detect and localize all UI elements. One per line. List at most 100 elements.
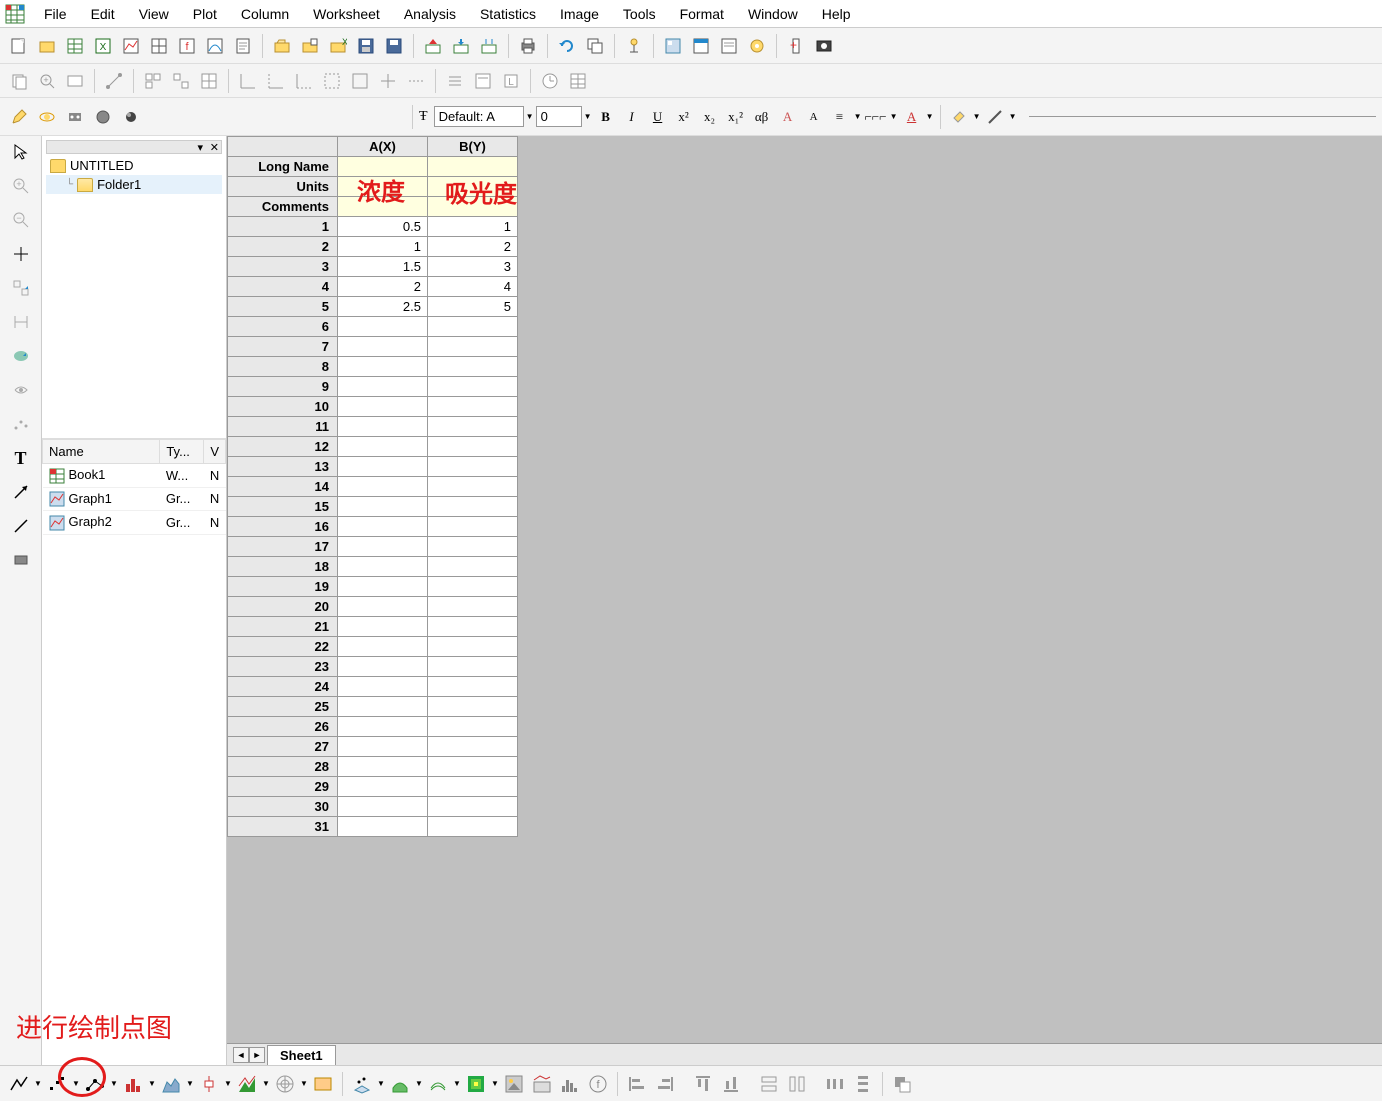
dropdown-icon[interactable]: ▼ bbox=[186, 1079, 194, 1088]
cell[interactable]: 1 bbox=[338, 237, 428, 257]
edit-mode-icon[interactable] bbox=[6, 104, 32, 130]
cell[interactable] bbox=[338, 537, 428, 557]
area-plot-icon[interactable] bbox=[158, 1071, 184, 1097]
menu-edit[interactable]: Edit bbox=[79, 2, 127, 26]
align-button[interactable]: ≡ bbox=[828, 105, 852, 129]
fill-color-button[interactable] bbox=[947, 105, 971, 129]
row-header[interactable]: 16 bbox=[228, 517, 338, 537]
cell[interactable]: 0.5 bbox=[338, 217, 428, 237]
rectangle-tool-icon[interactable] bbox=[9, 548, 33, 572]
print-icon[interactable] bbox=[515, 33, 541, 59]
data-selector-tool-icon[interactable] bbox=[9, 310, 33, 334]
dropdown-icon[interactable]: ▼ bbox=[854, 112, 862, 121]
cell[interactable] bbox=[338, 337, 428, 357]
menu-help[interactable]: Help bbox=[810, 2, 863, 26]
dropdown-icon[interactable]: ▼ bbox=[377, 1079, 385, 1088]
scatter-plot-icon[interactable] bbox=[44, 1071, 70, 1097]
cell[interactable] bbox=[338, 517, 428, 537]
cell[interactable] bbox=[428, 377, 518, 397]
cell[interactable]: 2 bbox=[428, 237, 518, 257]
new-graph-icon[interactable] bbox=[118, 33, 144, 59]
legend-box-icon[interactable] bbox=[470, 68, 496, 94]
cell[interactable] bbox=[338, 177, 428, 197]
pointer-tool-icon[interactable] bbox=[9, 140, 33, 164]
cell[interactable] bbox=[428, 757, 518, 777]
save-template-icon[interactable] bbox=[381, 33, 407, 59]
profile-icon[interactable] bbox=[529, 1071, 555, 1097]
dropdown-icon[interactable]: ▼ bbox=[1009, 112, 1017, 121]
dropdown-icon[interactable]: ▼ bbox=[262, 1079, 270, 1088]
underline-button[interactable]: U bbox=[646, 105, 670, 129]
arrow-tool-icon[interactable] bbox=[9, 480, 33, 504]
axis-scale4-icon[interactable] bbox=[319, 68, 345, 94]
refresh-icon[interactable] bbox=[554, 33, 580, 59]
list-item[interactable]: Graph2 Gr... N bbox=[43, 511, 226, 535]
cell[interactable]: 1.5 bbox=[338, 257, 428, 277]
table-icon[interactable] bbox=[565, 68, 591, 94]
merge-graph-icon[interactable] bbox=[196, 68, 222, 94]
axis-scale6-icon[interactable] bbox=[375, 68, 401, 94]
menu-view[interactable]: View bbox=[127, 2, 181, 26]
cell[interactable] bbox=[428, 317, 518, 337]
cell[interactable] bbox=[428, 177, 518, 197]
dropdown-icon[interactable]: ▼ bbox=[526, 112, 534, 121]
menu-column[interactable]: Column bbox=[229, 2, 301, 26]
contour-icon[interactable] bbox=[463, 1071, 489, 1097]
column-plot-icon[interactable] bbox=[120, 1071, 146, 1097]
row-header[interactable]: 21 bbox=[228, 617, 338, 637]
menu-file[interactable]: File bbox=[32, 2, 79, 26]
dropdown-icon[interactable]: ▼ bbox=[300, 1079, 308, 1088]
copy-page-icon[interactable] bbox=[6, 68, 32, 94]
cell[interactable] bbox=[338, 637, 428, 657]
cell[interactable] bbox=[428, 737, 518, 757]
same-width-icon[interactable] bbox=[756, 1071, 782, 1097]
distribute-h-icon[interactable] bbox=[822, 1071, 848, 1097]
row-header[interactable]: 25 bbox=[228, 697, 338, 717]
font-family-select[interactable] bbox=[434, 106, 524, 127]
add-column-icon[interactable]: + bbox=[783, 33, 809, 59]
cell[interactable] bbox=[428, 477, 518, 497]
cell[interactable] bbox=[428, 337, 518, 357]
rescale-icon[interactable] bbox=[101, 68, 127, 94]
row-header[interactable]: 22 bbox=[228, 637, 338, 657]
import-single-icon[interactable] bbox=[448, 33, 474, 59]
dropdown-icon[interactable]: ▼ bbox=[584, 112, 592, 121]
script-window-icon[interactable] bbox=[716, 33, 742, 59]
mask-icon[interactable] bbox=[62, 104, 88, 130]
distribute-v-icon[interactable] bbox=[850, 1071, 876, 1097]
cell[interactable] bbox=[338, 157, 428, 177]
sheet-tab[interactable]: Sheet1 bbox=[267, 1045, 336, 1065]
row-header[interactable]: 27 bbox=[228, 737, 338, 757]
cell[interactable] bbox=[428, 397, 518, 417]
cell[interactable] bbox=[338, 757, 428, 777]
cell[interactable] bbox=[338, 377, 428, 397]
cell[interactable] bbox=[428, 417, 518, 437]
draw-data-tool-icon[interactable] bbox=[9, 412, 33, 436]
dropdown-icon[interactable]: ▼ bbox=[148, 1079, 156, 1088]
decrease-font-button[interactable]: A bbox=[802, 105, 826, 129]
sheet-nav-next[interactable]: ► bbox=[249, 1047, 265, 1063]
align-right-icon[interactable] bbox=[652, 1071, 678, 1097]
cell[interactable] bbox=[338, 417, 428, 437]
cell[interactable] bbox=[338, 717, 428, 737]
cell[interactable] bbox=[338, 197, 428, 217]
cell[interactable] bbox=[338, 797, 428, 817]
extract-layers-icon[interactable] bbox=[140, 68, 166, 94]
row-header[interactable]: 10 bbox=[228, 397, 338, 417]
dropdown-icon[interactable]: ▼ bbox=[926, 112, 934, 121]
image-plot-icon[interactable] bbox=[501, 1071, 527, 1097]
cell[interactable]: 2 bbox=[338, 277, 428, 297]
dropdown-icon[interactable]: ▼ bbox=[491, 1079, 499, 1088]
cell[interactable]: 1 bbox=[428, 217, 518, 237]
dropdown-icon[interactable]: ▼ bbox=[110, 1079, 118, 1088]
dropdown-icon[interactable]: ▼ bbox=[34, 1079, 42, 1088]
menu-statistics[interactable]: Statistics bbox=[468, 2, 548, 26]
cell[interactable] bbox=[428, 657, 518, 677]
new-notes-icon[interactable] bbox=[230, 33, 256, 59]
cell[interactable]: 5 bbox=[428, 297, 518, 317]
meta-comments[interactable]: Comments bbox=[228, 197, 338, 217]
layer-icon[interactable] bbox=[62, 68, 88, 94]
new-workbook-icon[interactable] bbox=[62, 33, 88, 59]
row-header[interactable]: 28 bbox=[228, 757, 338, 777]
axis-scale5-icon[interactable] bbox=[347, 68, 373, 94]
